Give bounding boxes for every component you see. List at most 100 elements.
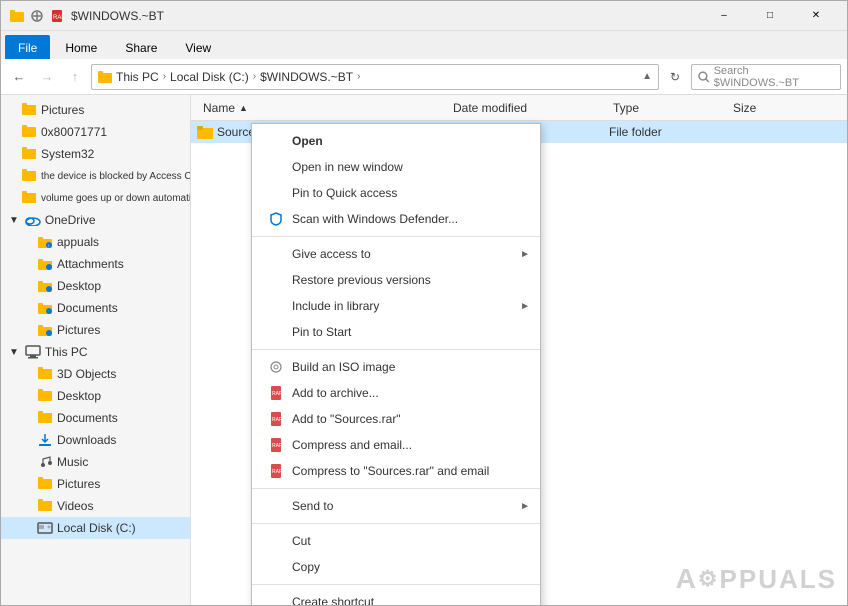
sidebar-label-music: Music <box>57 455 88 469</box>
ctx-separator-4 <box>252 523 540 524</box>
path-chevron-1: › <box>163 71 166 82</box>
ctx-icon-compress-sources: RAR <box>268 464 284 478</box>
ctx-arrow-library: ► <box>520 301 530 312</box>
sidebar-item-local-disk[interactable]: Local Disk (C:) <box>1 517 190 539</box>
sidebar-item-onedrive[interactable]: ▼ OneDrive <box>1 209 190 231</box>
sidebar-item-0x80071771[interactable]: 0x80071771 <box>1 121 190 143</box>
sidebar-item-attachments[interactable]: Attachments <box>1 253 190 275</box>
tab-home[interactable]: Home <box>52 35 110 59</box>
sidebar-label-documents-od: Documents <box>57 301 118 315</box>
ctx-item-open[interactable]: Open <box>252 128 540 154</box>
ctx-item-pin-quick[interactable]: Pin to Quick access <box>252 180 540 206</box>
sidebar-label-videos: Videos <box>57 499 93 513</box>
onedrive-folder-icon2 <box>37 256 53 272</box>
sidebar-item-pictures[interactable]: Pictures <box>1 473 190 495</box>
svg-text:RAR: RAR <box>272 417 282 423</box>
ctx-item-include-library[interactable]: Include in library ► <box>252 293 540 319</box>
back-button[interactable]: ← <box>7 65 31 89</box>
up-button[interactable]: ↑ <box>63 65 87 89</box>
tab-view[interactable]: View <box>172 35 224 59</box>
ctx-item-scan-defender[interactable]: Scan with Windows Defender... <box>252 206 540 232</box>
desktop-icon <box>37 388 53 404</box>
sidebar-item-videos[interactable]: Videos <box>1 495 190 517</box>
sidebar-item-pictures-od[interactable]: Pictures <box>1 319 190 341</box>
svg-text:↑: ↑ <box>48 243 51 248</box>
ctx-item-restore-versions[interactable]: Restore previous versions <box>252 267 540 293</box>
ctx-item-compress-sources-email[interactable]: RAR Compress to "Sources.rar" and email <box>252 458 540 484</box>
ctx-item-pin-start[interactable]: Pin to Start <box>252 319 540 345</box>
sidebar-label-local-disk: Local Disk (C:) <box>57 521 136 535</box>
ctx-separator-1 <box>252 236 540 237</box>
onedrive-icon <box>25 212 41 228</box>
ctx-separator-2 <box>252 349 540 350</box>
sidebar-item-pictures-top[interactable]: Pictures <box>1 99 190 121</box>
sidebar-item-desktop-od[interactable]: Desktop <box>1 275 190 297</box>
sidebar-label-0x80071771: 0x80071771 <box>41 125 107 139</box>
column-headers: Name ▲ Date modified Type Size <box>191 95 847 121</box>
sidebar-label-this-pc: This PC <box>45 345 88 359</box>
close-button[interactable]: ✕ <box>793 1 839 31</box>
ctx-item-cut[interactable]: Cut <box>252 528 540 554</box>
col-header-date[interactable]: Date modified <box>447 95 607 120</box>
sidebar-label-desktop-od: Desktop <box>57 279 101 293</box>
ctx-item-open-new-window[interactable]: Open in new window <box>252 154 540 180</box>
sidebar-label-downloads: Downloads <box>57 433 116 447</box>
search-placeholder: Search $WINDOWS.~BT <box>714 65 834 89</box>
pin-title-icon <box>29 8 45 24</box>
sidebar-item-volume[interactable]: volume goes up or down automatically <box>1 187 190 209</box>
ctx-item-create-shortcut[interactable]: Create shortcut <box>252 589 540 605</box>
refresh-button[interactable]: ↻ <box>663 65 687 89</box>
minimize-button[interactable]: – <box>701 1 747 31</box>
path-folder-icon <box>98 71 112 83</box>
title-bar-icons: RAR <box>9 8 65 24</box>
sidebar-item-appuals[interactable]: ↑ appuals <box>1 231 190 253</box>
ctx-icon-iso <box>268 361 284 373</box>
sidebar-item-system32[interactable]: System32 <box>1 143 190 165</box>
sidebar-label-documents: Documents <box>57 411 118 425</box>
col-header-type[interactable]: Type <box>607 95 727 120</box>
svg-text:RAR: RAR <box>53 15 63 21</box>
tab-share[interactable]: Share <box>112 35 170 59</box>
sidebar-label-system32: System32 <box>41 147 94 161</box>
path-expand-icon[interactable]: ▲ <box>642 71 652 82</box>
sidebar-item-music[interactable]: Music <box>1 451 190 473</box>
ctx-item-build-iso[interactable]: Build an ISO image <box>252 354 540 380</box>
tab-file[interactable]: File <box>5 35 50 59</box>
sidebar-item-documents-od[interactable]: Documents <box>1 297 190 319</box>
sidebar-item-documents[interactable]: Documents <box>1 407 190 429</box>
sidebar-item-device-blocked[interactable]: the device is blocked by Access Control <box>1 165 190 187</box>
pictures-icon <box>37 476 53 492</box>
ctx-item-send-to[interactable]: Send to ► <box>252 493 540 519</box>
forward-button[interactable]: → <box>35 65 59 89</box>
path-segment-thispc: This PC <box>116 70 159 84</box>
onedrive-folder-icon3 <box>37 278 53 294</box>
sidebar-label-volume: volume goes up or down automatically <box>41 193 190 204</box>
sidebar-label-3d-objects: 3D Objects <box>57 367 116 381</box>
sidebar-item-3d-objects[interactable]: 3D Objects <box>1 363 190 385</box>
ctx-arrow-send-to: ► <box>520 501 530 512</box>
svg-text:RAR: RAR <box>272 469 282 475</box>
address-path[interactable]: This PC › Local Disk (C:) › $WINDOWS.~BT… <box>91 64 659 90</box>
ctx-item-add-archive[interactable]: RAR Add to archive... <box>252 380 540 406</box>
context-menu: Open Open in new window Pin to Quick acc… <box>251 123 541 605</box>
ctx-item-copy[interactable]: Copy <box>252 554 540 580</box>
sidebar-item-downloads[interactable]: Downloads <box>1 429 190 451</box>
disk-icon <box>37 520 53 536</box>
main-area: Pictures 0x80071771 System32 the device … <box>1 95 847 605</box>
maximize-button[interactable]: □ <box>747 1 793 31</box>
ctx-item-compress-email[interactable]: RAR Compress and email... <box>252 432 540 458</box>
ctx-icon-compress-email: RAR <box>268 438 284 452</box>
search-box[interactable]: Search $WINDOWS.~BT <box>691 64 841 90</box>
col-header-name[interactable]: Name ▲ <box>197 95 447 120</box>
col-header-size[interactable]: Size <box>727 95 807 120</box>
folder-icon <box>21 146 37 162</box>
sidebar-item-this-pc[interactable]: ▼ This PC <box>1 341 190 363</box>
ctx-item-give-access[interactable]: Give access to ► <box>252 241 540 267</box>
3d-icon <box>37 366 53 382</box>
path-chevron-2: › <box>253 71 256 82</box>
sidebar-item-desktop[interactable]: Desktop <box>1 385 190 407</box>
folder-title-icon <box>9 8 25 24</box>
ctx-item-add-sources-rar[interactable]: RAR Add to "Sources.rar" <box>252 406 540 432</box>
svg-text:RAR: RAR <box>272 443 282 449</box>
ribbon-tabs: File Home Share View <box>1 31 847 59</box>
